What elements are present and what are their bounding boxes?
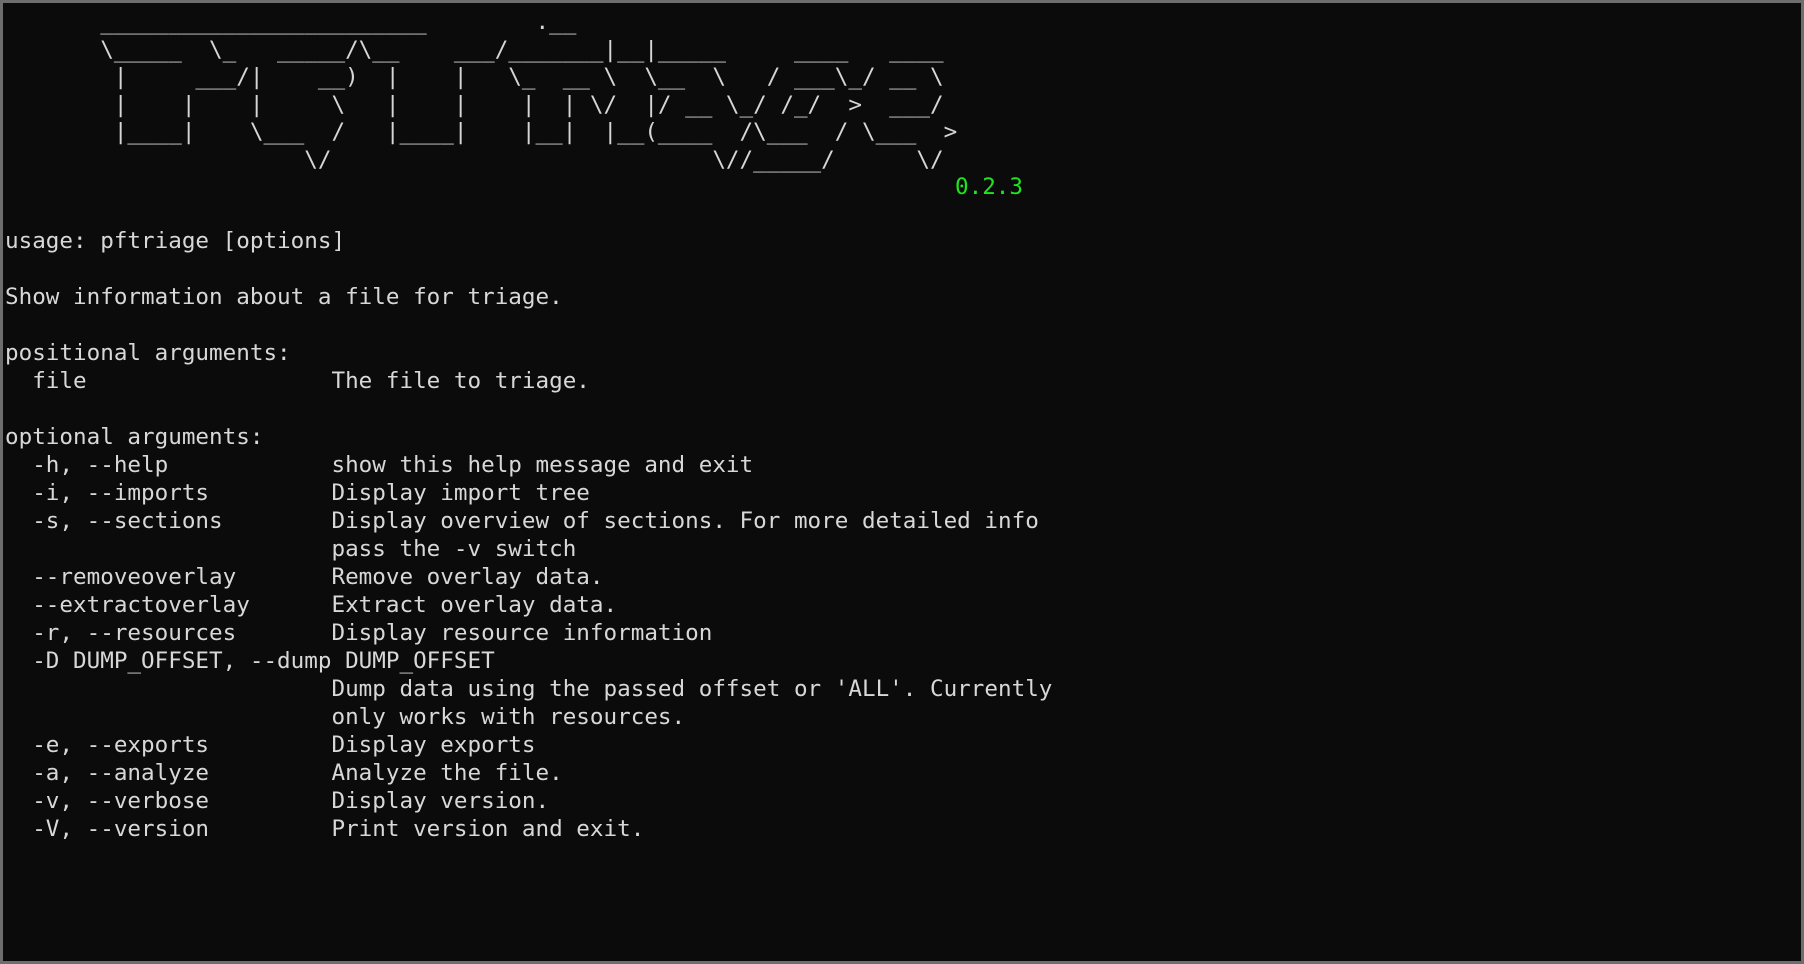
pftriage-ascii-logo: ________________________ .__ \_____ \_ _… [100, 9, 958, 173]
terminal-window[interactable]: ________________________ .__ \_____ \_ _… [0, 0, 1804, 964]
help-output: usage: pftriage [options] Show informati… [5, 227, 1795, 843]
help-text: usage: pftriage [options] Show informati… [5, 228, 1053, 842]
version-label: 0.2.3 [955, 174, 1024, 200]
terminal-screen[interactable]: ________________________ .__ \_____ \_ _… [3, 3, 1801, 961]
